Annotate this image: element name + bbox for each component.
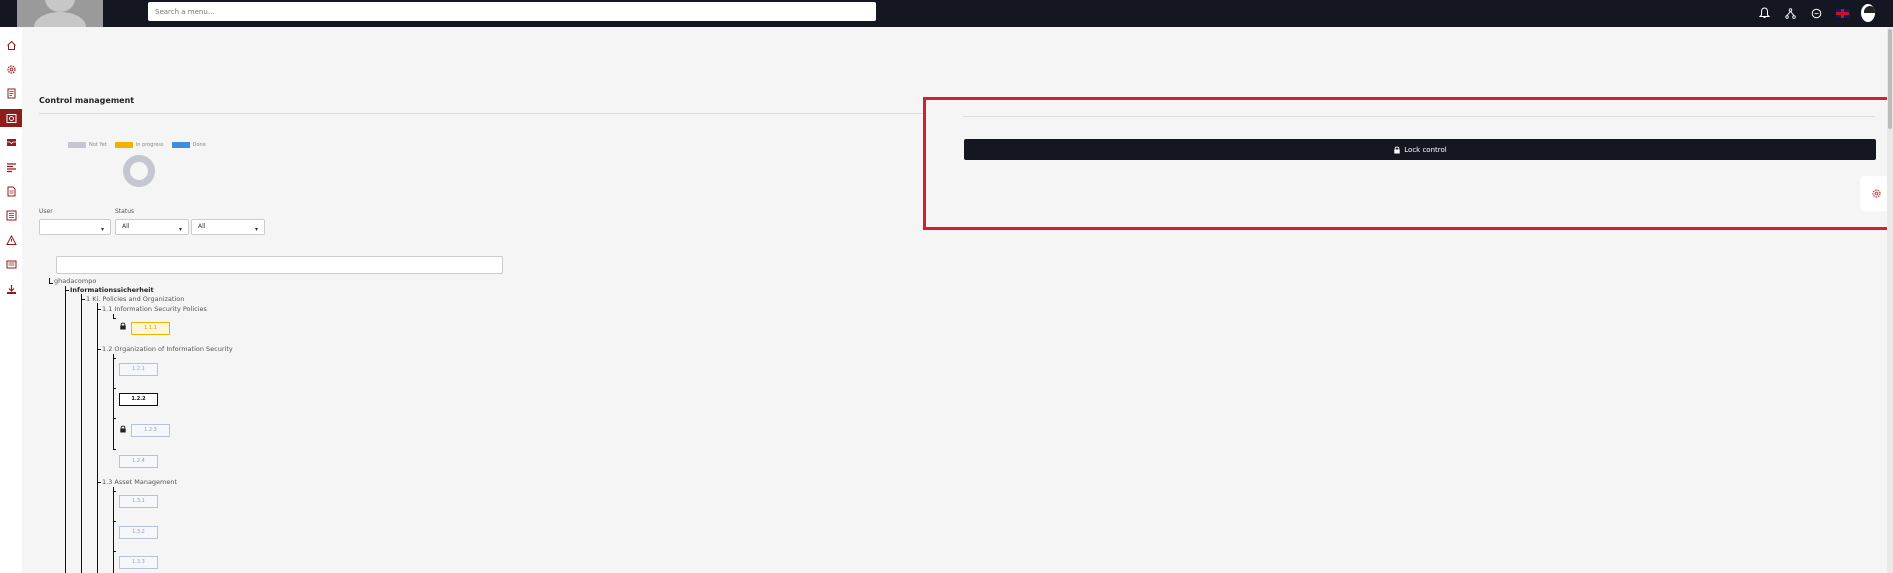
legend-in-progress[interactable]: In progress xyxy=(114,142,164,148)
top-bar xyxy=(0,0,1893,27)
user-filter-label: User xyxy=(39,208,53,215)
legend-done[interactable]: Done xyxy=(171,142,206,148)
inbox-icon[interactable] xyxy=(0,133,22,151)
status-filter-select[interactable]: All ▾ xyxy=(115,219,189,235)
chevron-down-icon: ▾ xyxy=(254,226,258,233)
user-filter-select[interactable]: ▾ xyxy=(39,219,111,235)
tree-connector xyxy=(113,551,116,552)
page-title: Control management xyxy=(39,96,135,105)
tree-connector xyxy=(65,286,66,573)
tree-node-section-1-3[interactable]: 1.3 Asset Management xyxy=(102,478,177,486)
file-icon[interactable] xyxy=(0,182,22,200)
list-icon[interactable] xyxy=(0,158,22,176)
control-leaf-1-2-4[interactable]: 1.2.4 xyxy=(119,455,158,468)
tree-node-section-1-2[interactable]: 1.2 Organization of Information Security xyxy=(102,345,233,353)
home-icon[interactable] xyxy=(0,36,22,54)
sidebar xyxy=(0,27,22,573)
download-icon[interactable] xyxy=(0,280,22,298)
book-icon[interactable] xyxy=(0,255,22,273)
control-leaf-1-3-1[interactable]: 1.3.1 xyxy=(119,495,158,508)
document-icon[interactable] xyxy=(0,84,22,102)
tree-connector xyxy=(113,521,116,522)
control-detail-panel: Lock control xyxy=(923,97,1893,230)
control-leaf-1-1-1[interactable]: 1.1.1 xyxy=(131,322,170,335)
sitemap-icon[interactable] xyxy=(1783,6,1797,20)
tree-connector xyxy=(97,349,101,350)
status-donut-chart xyxy=(123,155,155,187)
tree-node-root[interactable]: ghadacompo xyxy=(54,277,96,285)
chevron-down-icon: ▾ xyxy=(178,226,182,233)
tree-connector xyxy=(65,290,69,291)
tree-connector xyxy=(81,299,85,300)
company-logo[interactable] xyxy=(17,0,103,27)
tree-connector xyxy=(113,418,116,419)
uk-flag-icon[interactable] xyxy=(1835,6,1849,20)
tree-connector xyxy=(97,309,101,310)
tree-node-level2[interactable]: 1 Ki. Policies and Organization xyxy=(86,295,184,303)
lock-control-button[interactable]: Lock control xyxy=(964,139,1876,160)
lock-icon xyxy=(120,322,126,330)
lock-icon xyxy=(1394,146,1400,153)
gear-icon[interactable] xyxy=(0,60,22,78)
chevron-down-icon: ▾ xyxy=(100,226,104,233)
warning-icon[interactable] xyxy=(0,231,22,249)
third-filter-select[interactable]: All ▾ xyxy=(191,219,265,235)
lock-icon xyxy=(120,425,126,433)
panel-divider xyxy=(963,116,1875,117)
chat-icon[interactable] xyxy=(1809,6,1823,20)
tree-node-section-1-1[interactable]: 1.1 Information Security Policies xyxy=(102,305,207,313)
control-leaf-1-2-3[interactable]: 1.2.3 xyxy=(131,424,170,437)
checklist-icon[interactable] xyxy=(0,206,22,224)
control-leaf-1-2-1[interactable]: 1.2.1 xyxy=(119,363,158,376)
tree-connector xyxy=(113,318,116,319)
tree-connector xyxy=(113,487,114,573)
tree-connector xyxy=(113,358,116,359)
tree-connector xyxy=(113,354,114,450)
user-avatar[interactable] xyxy=(1861,4,1875,22)
scrollbar-thumb[interactable] xyxy=(1888,29,1892,129)
control-leaf-1-3-2[interactable]: 1.3.2 xyxy=(119,526,158,539)
tree-connector xyxy=(81,294,82,573)
gear-icon xyxy=(1872,189,1881,198)
control-leaf-1-3-3[interactable]: 1.3.3 xyxy=(119,556,158,569)
control-leaf-1-2-2[interactable]: 1.2.2 xyxy=(119,393,158,406)
bell-icon[interactable] xyxy=(1757,6,1771,20)
dashboard-icon[interactable] xyxy=(0,109,22,127)
page-scrollbar[interactable] xyxy=(1887,27,1893,573)
chart-legend: Not Yet In progress Done xyxy=(68,142,210,148)
tree-connector xyxy=(113,449,116,450)
status-filter-label: Status xyxy=(115,208,135,215)
tree-connector xyxy=(113,388,116,389)
header-icons xyxy=(1757,3,1875,23)
menu-search-input[interactable] xyxy=(148,2,876,21)
tree-connector xyxy=(97,482,101,483)
tree-connector xyxy=(49,283,53,284)
tree-connector xyxy=(113,491,116,492)
tree-search-input[interactable] xyxy=(56,256,503,274)
tree-node-level1[interactable]: Informationssicherheit xyxy=(70,286,154,294)
legend-not-yet[interactable]: Not Yet xyxy=(68,142,107,148)
lock-control-label: Lock control xyxy=(1404,145,1447,154)
tree-connector xyxy=(97,303,98,573)
